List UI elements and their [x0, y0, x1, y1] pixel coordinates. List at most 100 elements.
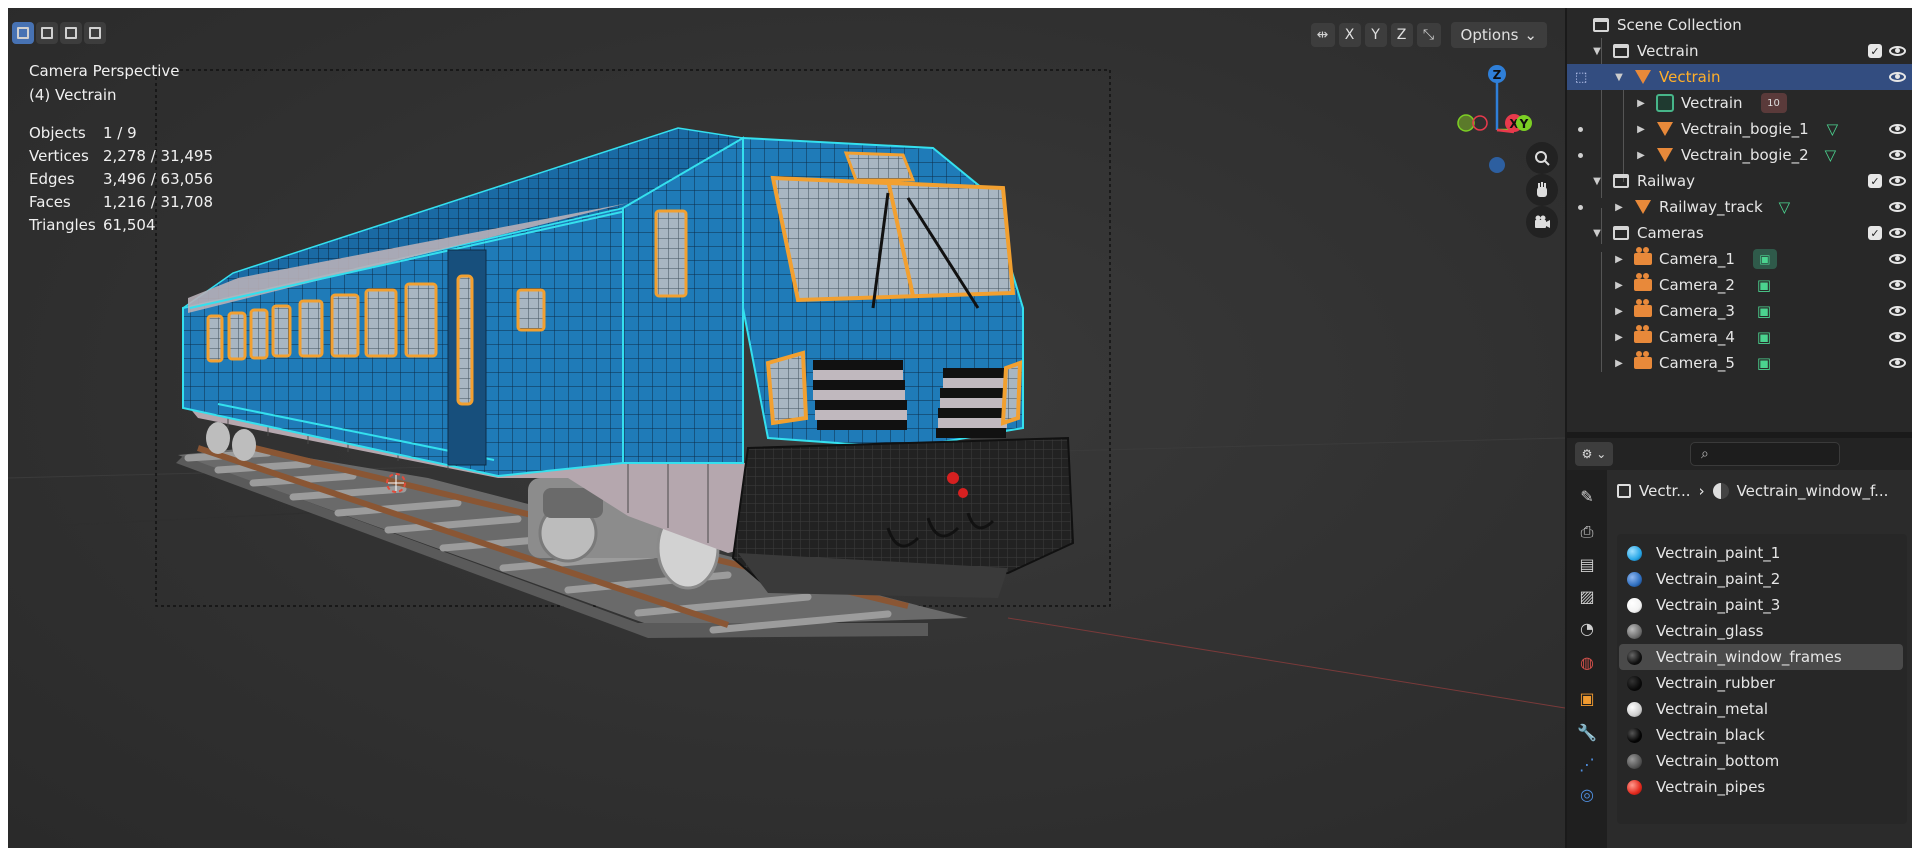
outliner-row-camera-1[interactable]: ▶ Camera_1 ▣ [1567, 246, 1912, 272]
search-input[interactable]: ⌕ [1690, 442, 1840, 466]
expand-arrow-icon[interactable]: ▶ [1613, 254, 1625, 265]
outliner-row-bogie-1[interactable]: ▶ Vectrain_bogie_1 ▽ [1567, 116, 1912, 142]
camera-view-icon[interactable] [1526, 206, 1558, 238]
stat-value: 1,216 / 31,708 [103, 193, 214, 211]
material-slot-list[interactable]: Vectrain_paint_1 Vectrain_paint_2 Vectra… [1617, 534, 1907, 824]
axis-y-button[interactable]: Y [1364, 23, 1387, 47]
dot-icon [1578, 204, 1583, 210]
material-slot[interactable]: Vectrain_black [1619, 722, 1903, 748]
outliner-row-camera-5[interactable]: ▶ Camera_5 ▣ [1567, 350, 1912, 376]
outliner-row-railway-track[interactable]: ▶ Railway_track ▽ [1567, 194, 1912, 220]
eye-icon[interactable] [1889, 46, 1906, 56]
material-slot[interactable]: Vectrain_rubber [1619, 670, 1903, 696]
view-layer-tab-icon[interactable]: ▨ [1575, 584, 1599, 608]
material-slot[interactable]: Vectrain_metal [1619, 696, 1903, 722]
stat-label: Triangles [29, 216, 96, 234]
material-name: Vectrain_glass [1656, 622, 1764, 640]
eye-icon[interactable] [1889, 280, 1906, 290]
expand-arrow-icon[interactable]: ▼ [1613, 72, 1625, 83]
outliner-row-scene-collection[interactable]: Scene Collection [1567, 12, 1912, 38]
select-subtract-tool[interactable] [60, 22, 82, 44]
particles-tab-icon[interactable]: ⋰ [1575, 752, 1599, 776]
material-name: Vectrain_window_frames [1656, 648, 1842, 666]
eye-icon[interactable] [1889, 150, 1906, 160]
zoom-icon[interactable] [1526, 142, 1558, 174]
eye-icon[interactable] [1889, 124, 1906, 134]
expand-arrow-icon[interactable]: ▶ [1613, 306, 1625, 317]
output-tab-icon[interactable]: ▤ [1575, 552, 1599, 576]
expand-arrow-icon[interactable]: ▶ [1635, 98, 1647, 109]
outliner-row-mesh-data[interactable]: ▶ Vectrain 10 [1567, 90, 1912, 116]
expand-arrow-icon[interactable]: ▼ [1591, 46, 1603, 57]
eye-icon[interactable] [1889, 254, 1906, 264]
eye-icon[interactable] [1889, 358, 1906, 368]
tool-tab-icon[interactable]: ✎ [1575, 484, 1599, 508]
expand-arrow-icon[interactable]: ▶ [1613, 358, 1625, 369]
options-dropdown[interactable]: Options ⌄ [1450, 22, 1547, 48]
camera-object-icon [1633, 351, 1653, 373]
eye-icon[interactable] [1889, 202, 1906, 212]
hand-pan-icon[interactable] [1526, 174, 1558, 206]
select-extend-tool[interactable] [36, 22, 58, 44]
snap-icon[interactable]: ⤡ [1416, 23, 1441, 47]
outliner-row-collection-vectrain[interactable]: ▼ Vectrain ✓ [1567, 38, 1912, 64]
breadcrumb-object[interactable]: Vectr... [1639, 482, 1691, 500]
editor-type-dropdown[interactable]: ⚙ ⌄ [1575, 442, 1613, 466]
mirror-icon[interactable]: ⇹ [1310, 23, 1335, 47]
modifier-wrench-icon[interactable]: 🔧 [1575, 720, 1599, 744]
breadcrumb-material[interactable]: Vectrain_window_f... [1737, 482, 1889, 500]
material-sphere-icon [1627, 545, 1642, 561]
render-tab-icon[interactable]: ⎙ [1575, 520, 1599, 544]
outliner-row-collection-railway[interactable]: ▼ Railway ✓ [1567, 168, 1912, 194]
3d-viewport[interactable]: ⇹ X Y Z ⤡ Options ⌄ Camera Perspective (… [8, 8, 1565, 848]
expand-arrow-icon[interactable]: ▶ [1613, 202, 1625, 213]
eye-icon[interactable] [1889, 332, 1906, 342]
expand-arrow-icon[interactable]: ▶ [1613, 280, 1625, 291]
eye-icon[interactable] [1889, 72, 1906, 82]
camera-data-icon[interactable]: ▣ [1752, 249, 1777, 269]
include-checkbox[interactable]: ✓ [1868, 226, 1882, 240]
expand-arrow-icon[interactable]: ▼ [1591, 228, 1603, 239]
outliner-row-camera-2[interactable]: ▶ Camera_2 ▣ [1567, 272, 1912, 298]
stat-row: Objects 1 / 9 [29, 122, 213, 145]
scene-tab-icon[interactable]: ◔ [1575, 616, 1599, 640]
material-slot[interactable]: Vectrain_paint_3 [1619, 592, 1903, 618]
material-sphere-icon [1627, 675, 1642, 691]
material-slot[interactable]: Vectrain_paint_2 [1619, 566, 1903, 592]
camera-data-icon: ▣ [1756, 302, 1772, 320]
outliner-row-camera-3[interactable]: ▶ Camera_3 ▣ [1567, 298, 1912, 324]
include-checkbox[interactable]: ✓ [1868, 174, 1882, 188]
material-icon [1712, 483, 1729, 499]
outliner-row-object-vectrain[interactable]: ⬚ ▼ Vectrain [1567, 64, 1912, 90]
select-box-tool[interactable] [12, 22, 34, 44]
eye-icon[interactable] [1889, 228, 1906, 238]
expand-arrow-icon[interactable]: ▶ [1635, 150, 1647, 161]
camera-data-icon: ▣ [1756, 354, 1772, 372]
material-slot-active[interactable]: Vectrain_window_frames [1619, 644, 1903, 670]
world-tab-icon[interactable]: ◍ [1575, 650, 1599, 674]
navigation-gizmo[interactable]: Z X Y [1442, 60, 1532, 180]
edit-mode-icon[interactable]: ⬚ [1575, 70, 1595, 85]
right-panels: Scene Collection ▼ Vectrain ✓ ⬚ ▼ Vectra… [1565, 8, 1912, 848]
include-checkbox[interactable]: ✓ [1868, 44, 1882, 58]
material-slot[interactable]: Vectrain_pipes [1619, 774, 1903, 800]
expand-arrow-icon[interactable]: ▶ [1613, 332, 1625, 343]
expand-arrow-icon[interactable]: ▶ [1635, 124, 1647, 135]
axis-z-button[interactable]: Z [1390, 23, 1413, 47]
outliner[interactable]: Scene Collection ▼ Vectrain ✓ ⬚ ▼ Vectra… [1567, 8, 1912, 432]
gizmo-z-label: Z [1493, 68, 1502, 82]
outliner-row-camera-4[interactable]: ▶ Camera_4 ▣ [1567, 324, 1912, 350]
axis-x-button[interactable]: X [1338, 23, 1361, 47]
physics-tab-icon[interactable]: ◎ [1575, 782, 1599, 806]
material-slot[interactable]: Vectrain_glass [1619, 618, 1903, 644]
material-slot[interactable]: Vectrain_paint_1 [1619, 540, 1903, 566]
expand-arrow-icon[interactable]: ▼ [1591, 176, 1603, 187]
outliner-label: Railway [1637, 172, 1695, 190]
outliner-row-bogie-2[interactable]: ▶ Vectrain_bogie_2 ▽ [1567, 142, 1912, 168]
object-tab-icon[interactable]: ▣ [1575, 686, 1599, 710]
eye-icon[interactable] [1889, 176, 1906, 186]
eye-icon[interactable] [1889, 306, 1906, 316]
material-slot[interactable]: Vectrain_bottom [1619, 748, 1903, 774]
select-intersect-tool[interactable] [84, 22, 106, 44]
outliner-row-collection-cameras[interactable]: ▼ Cameras ✓ [1567, 220, 1912, 246]
